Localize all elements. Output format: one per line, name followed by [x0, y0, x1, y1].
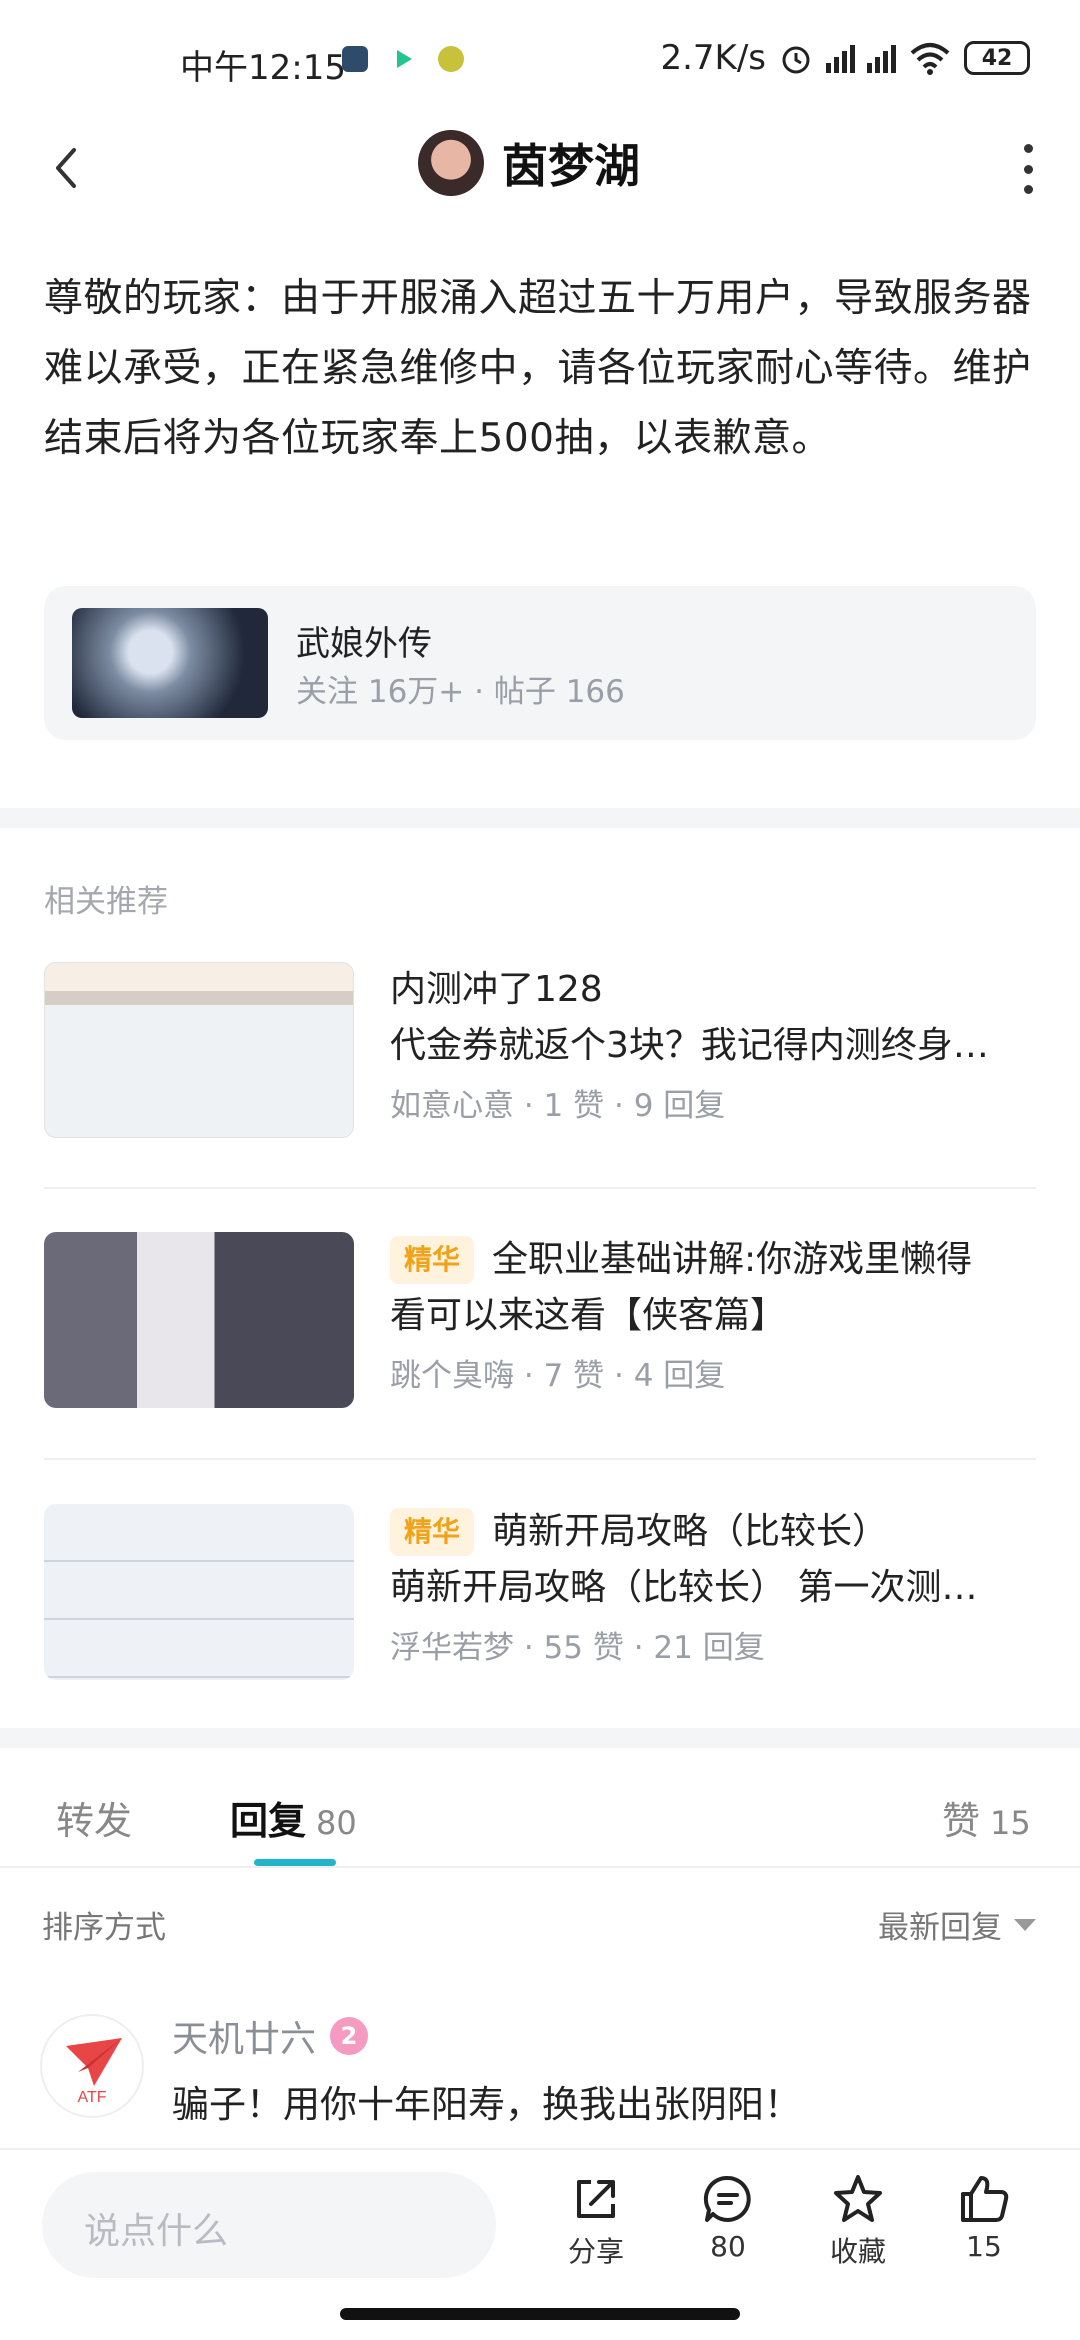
chevron-down-icon	[1014, 1918, 1036, 1931]
notification-app-icon	[438, 46, 464, 72]
post-thumbnail	[44, 1504, 354, 1680]
comment-button[interactable]: 80	[678, 2172, 778, 2263]
comment-text: 骗子！用你十年阳寿，换我出张阴阳！	[172, 2083, 801, 2126]
related-post-item[interactable]: 内测冲了128 代金券就返个3块？我记得内测终身… 如意心意 · 1 赞 · 9…	[44, 962, 1036, 1142]
forum-card[interactable]: 武娘外传 关注 16万+ · 帖子 166	[44, 586, 1036, 740]
comment-input-placeholder: 说点什么	[84, 2211, 229, 2252]
active-tab-indicator	[254, 1859, 336, 1866]
commenter-name[interactable]: 天机廿六	[172, 2010, 316, 2062]
network-speed: 2.7K/s	[660, 38, 766, 78]
share-button[interactable]: 分享	[546, 2172, 646, 2270]
more-options-button[interactable]	[1016, 144, 1040, 194]
like-button[interactable]: 15	[934, 2172, 1034, 2263]
author-avatar[interactable]	[418, 130, 484, 196]
forum-stats: 关注 16万+ · 帖子 166	[296, 674, 625, 710]
related-post-item[interactable]: 精华 全职业基础讲解:你游戏里懒得 看可以来这看【侠客篇】 跳个臭嗨 · 7 赞 …	[44, 1232, 1036, 1412]
post-excerpt: 代金券就返个3块？我记得内测终身…	[390, 1025, 989, 1066]
post-title: 萌新开局攻略（比较长）	[492, 1511, 889, 1552]
status-time: 中午12:15	[180, 48, 346, 88]
commenter-name-row: 天机廿六 2	[172, 2010, 369, 2062]
wifi-icon	[910, 43, 950, 75]
sort-label: 排序方式	[42, 1910, 166, 1946]
featured-tag: 精华	[390, 1236, 475, 1284]
sort-value: 最新回复	[878, 1910, 1002, 1946]
forum-name: 武娘外传	[296, 624, 432, 664]
tab-reply[interactable]: 回复 80	[230, 1790, 357, 1845]
home-indicator[interactable]	[340, 2308, 740, 2320]
signal-icon	[867, 43, 896, 73]
level-badge: 2	[330, 2017, 369, 2055]
post-meta: 如意心意 · 1 赞 · 9 回复	[390, 1088, 726, 1124]
page-title: 茵梦湖	[502, 139, 640, 193]
like-count: 15	[990, 1804, 1031, 1842]
tab-reply-label: 回复	[230, 1799, 307, 1843]
related-post-item[interactable]: 精华 萌新开局攻略（比较长） 萌新开局攻略（比较长） 第一次测… 浮华若梦 · 5…	[44, 1504, 1036, 1684]
like-count-label: 15	[966, 2230, 1002, 2263]
post-thumbnail	[44, 962, 354, 1138]
share-label: 分享	[567, 2235, 624, 2268]
commenter-avatar[interactable]: ATF	[40, 2014, 144, 2118]
tab-likes-label: 赞	[942, 1799, 981, 1843]
post-title: 全职业基础讲解:你游戏里懒得	[492, 1239, 973, 1280]
reply-count: 80	[316, 1804, 357, 1842]
chevron-left-icon	[56, 148, 76, 188]
top-nav-bar: 茵梦湖	[0, 126, 1080, 210]
notification-app-icon	[342, 46, 368, 72]
avatar-logo-text: ATF	[77, 2089, 106, 2106]
related-section-title: 相关推荐	[44, 884, 168, 920]
post-excerpt: 萌新开局攻略（比较长） 第一次测…	[390, 1567, 978, 1608]
list-divider	[44, 1187, 1036, 1189]
post-title: 内测冲了128	[390, 969, 603, 1010]
dot	[1023, 144, 1033, 153]
sort-dropdown[interactable]: 最新回复	[878, 1902, 1036, 1947]
favorite-label: 收藏	[829, 2235, 886, 2268]
status-indicators: 2.7K/s 42	[660, 38, 1030, 78]
comment-count: 80	[710, 2230, 746, 2263]
reply-tabs: 转发 回复 80 赞 15	[0, 1750, 1080, 1868]
play-icon	[390, 46, 416, 72]
comment-input[interactable]: 说点什么	[42, 2172, 496, 2278]
tab-forward-label: 转发	[56, 1799, 133, 1843]
signal-icon	[826, 43, 855, 73]
page-title-group[interactable]: 茵梦湖	[418, 130, 640, 196]
status-bar: 中午12:15 2.7K/s 42	[0, 0, 1080, 126]
share-icon	[577, 2180, 615, 2218]
dot	[1023, 185, 1033, 194]
post-thumbnail	[44, 1232, 354, 1408]
comment-icon	[703, 2175, 751, 2222]
list-divider	[44, 1458, 1036, 1460]
favorite-button[interactable]: 收藏	[808, 2172, 908, 2270]
featured-tag: 精华	[390, 1508, 475, 1556]
tab-forward[interactable]: 转发	[56, 1790, 132, 1845]
back-button[interactable]	[40, 136, 100, 200]
star-icon	[834, 2175, 882, 2222]
battery-icon: 42	[964, 41, 1030, 75]
comment-item[interactable]: ATF 天机廿六 2 骗子！用你十年阳寿，换我出张阴阳！	[40, 2000, 1040, 2150]
section-divider	[0, 1728, 1080, 1748]
alarm-icon	[782, 46, 810, 74]
status-app-icons	[342, 46, 464, 72]
bottom-action-bar: 说点什么 分享 80 收藏 15	[0, 2148, 1080, 2298]
tab-likes[interactable]: 赞 15	[942, 1790, 1031, 1845]
forum-thumbnail	[72, 608, 268, 718]
dot	[1023, 164, 1033, 174]
sort-row: 排序方式 最新回复	[0, 1894, 1080, 1954]
thumbs-up-icon	[961, 2176, 1009, 2222]
post-meta: 跳个臭嗨 · 7 赞 · 4 回复	[390, 1358, 726, 1394]
post-content: 尊敬的玩家：由于开服涌入超过五十万用户，导致服务器难以承受，正在紧急维修中，请各…	[44, 276, 1032, 461]
post-meta: 浮华若梦 · 55 赞 · 21 回复	[390, 1630, 765, 1666]
section-divider	[0, 808, 1080, 828]
post-excerpt: 看可以来这看【侠客篇】	[390, 1295, 787, 1336]
